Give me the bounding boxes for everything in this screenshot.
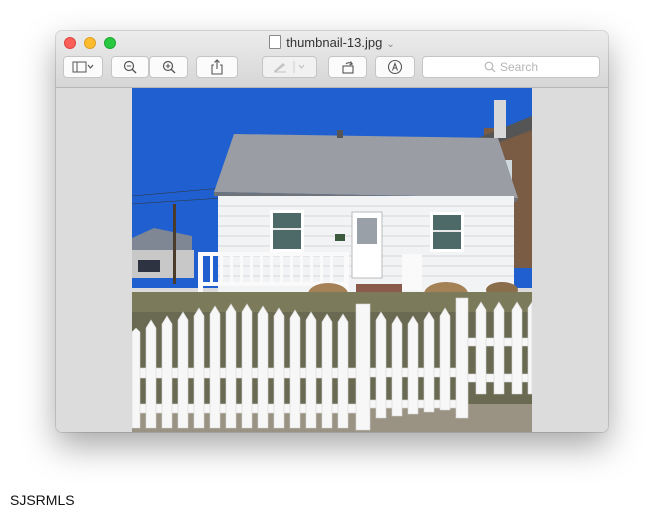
annotate-icon (387, 59, 403, 75)
sidebar-icon (72, 61, 94, 73)
zoom-in-icon (162, 60, 175, 74)
zoom-out-icon (123, 60, 137, 74)
search-field[interactable]: Search (422, 56, 600, 78)
document-icon (269, 35, 282, 49)
watermark-caption: SJSRMLS (10, 492, 75, 508)
share-icon (211, 59, 223, 75)
markup-button[interactable] (262, 56, 317, 78)
share-button[interactable] (196, 56, 238, 78)
window-title[interactable]: thumbnail-13.jpg ⌄ (56, 35, 608, 50)
chevron-down-icon: ⌄ (386, 39, 395, 50)
house-photo-image (132, 88, 532, 432)
annotate-button[interactable] (375, 56, 415, 78)
image-canvas (56, 88, 608, 432)
markup-pen-icon (273, 61, 304, 73)
search-placeholder: Search (499, 60, 539, 74)
sidebar-view-button[interactable] (63, 56, 103, 78)
zoom-in-button[interactable] (149, 56, 188, 78)
search-icon (484, 61, 496, 73)
window-title-text: thumbnail-13.jpg (286, 35, 383, 50)
preview-window: thumbnail-13.jpg ⌄ Search (56, 31, 608, 432)
rotate-button[interactable] (328, 56, 367, 78)
house-photo (132, 88, 532, 432)
title-bar: thumbnail-13.jpg ⌄ Search (56, 31, 608, 88)
rotate-icon (341, 61, 354, 74)
zoom-out-button[interactable] (111, 56, 149, 78)
